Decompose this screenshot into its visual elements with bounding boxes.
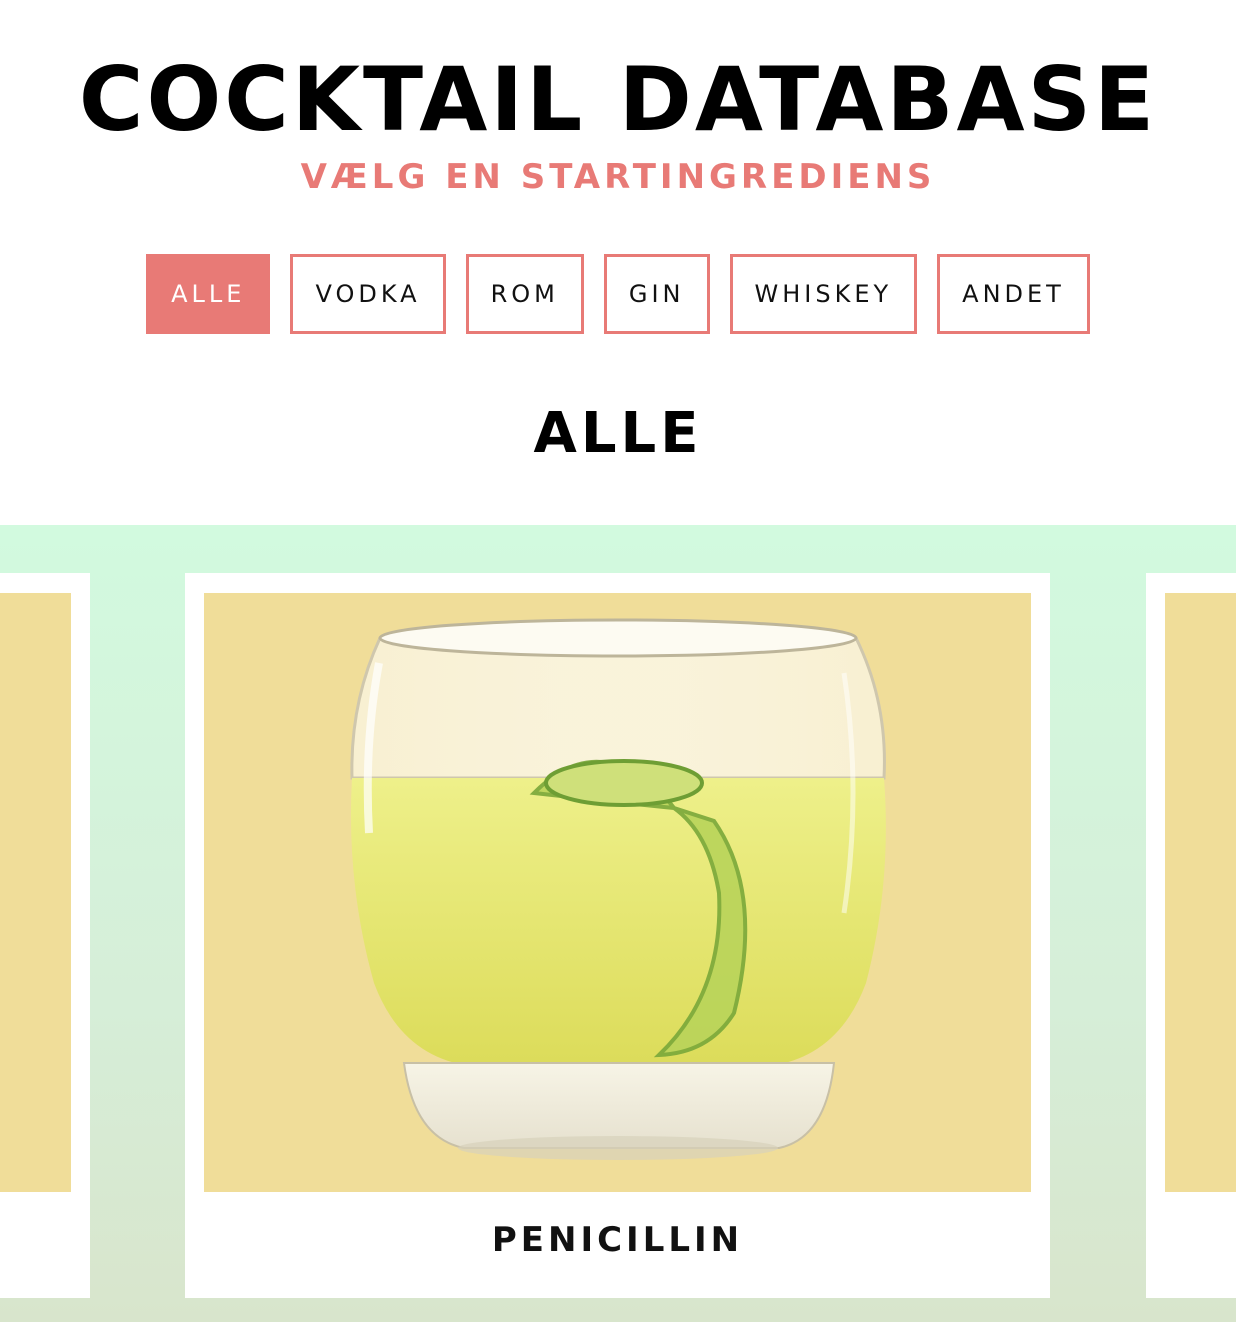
filter-button-gin[interactable]: GIN	[603, 254, 710, 334]
filter-button-whiskey[interactable]: WHISKEY	[729, 254, 918, 334]
cocktail-card-next[interactable]	[1146, 573, 1236, 1298]
cocktail-name: PENICILLIN	[491, 1220, 744, 1260]
filter-bar: ALLE VODKA ROM GIN WHISKEY ANDET	[0, 254, 1236, 334]
filter-button-vodka[interactable]: VODKA	[290, 254, 446, 334]
filter-button-rom[interactable]: ROM	[465, 254, 584, 334]
cocktail-image	[204, 593, 1031, 1192]
cocktail-card[interactable]: PENICILLIN	[185, 573, 1050, 1298]
cocktail-image-next	[1165, 593, 1236, 1192]
section-title: ALLE	[533, 401, 703, 466]
page: COCKTAIL DATABASE VÆLG EN STARTINGREDIEN…	[0, 0, 1236, 1322]
site-subtitle: VÆLG EN STARTINGREDIENS	[300, 157, 936, 197]
site-title: COCKTAIL DATABASE	[78, 48, 1158, 151]
cocktail-card-previous[interactable]	[0, 573, 90, 1298]
cocktail-glass-illustration	[350, 618, 886, 1160]
filter-button-andet[interactable]: ANDET	[937, 254, 1090, 334]
filter-button-alle[interactable]: ALLE	[146, 254, 271, 334]
cocktail-carousel[interactable]: PENICILLIN	[0, 525, 1236, 1322]
cocktail-image-previous	[0, 593, 71, 1192]
